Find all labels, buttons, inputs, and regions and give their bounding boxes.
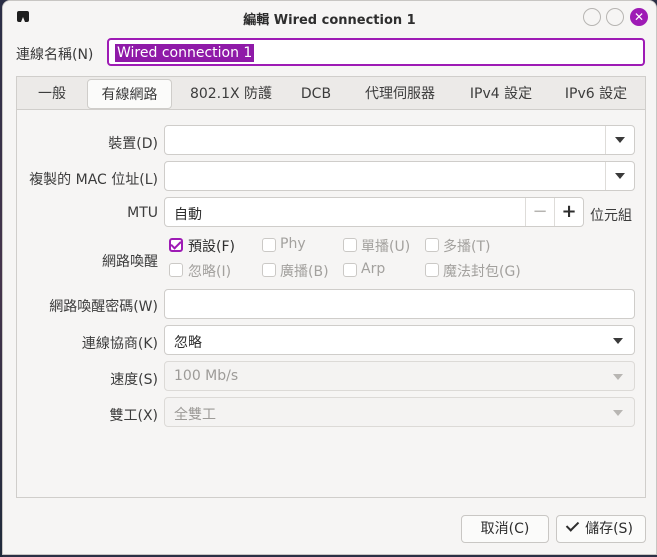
wol-password-input[interactable]: [164, 289, 635, 319]
titlebar: 編輯 Wired connection 1 ✕: [3, 1, 656, 34]
tab-ipv4[interactable]: IPv4 設定: [461, 79, 541, 109]
tab-8021x-security[interactable]: 802.1X 防護: [183, 79, 279, 109]
mtu-label: MTU: [127, 205, 158, 221]
device-dropdown-button[interactable]: [605, 126, 634, 154]
wol-default-label: 預設(F): [188, 239, 235, 255]
chevron-down-icon: [613, 338, 623, 344]
cloned-mac-combobox[interactable]: [164, 161, 635, 191]
tab-wired[interactable]: 有線網路: [87, 79, 172, 109]
wol-phy-checkbox[interactable]: [262, 238, 276, 252]
wol-default-checkbox[interactable]: [169, 238, 183, 252]
minimize-button[interactable]: [583, 8, 601, 26]
device-label: 裝置(D): [108, 136, 158, 152]
wol-magic-label: 魔法封包(G): [443, 264, 521, 280]
wol-broadcast-checkbox[interactable]: [262, 263, 276, 277]
chevron-down-icon: [613, 374, 623, 380]
device-combobox[interactable]: [164, 125, 635, 155]
wol-unicast-label: 單播(U): [361, 239, 411, 255]
cancel-button[interactable]: 取消(C): [461, 515, 549, 543]
connection-name-row: 連線名稱(N) Wired connection 1: [3, 37, 656, 69]
edit-connection-dialog: 編輯 Wired connection 1 ✕ 連線名稱(N) Wired co…: [2, 0, 657, 555]
save-button[interactable]: 儲存(S): [556, 515, 646, 543]
wake-on-lan-label: 網路喚醒: [102, 254, 158, 270]
speed-label: 速度(S): [110, 372, 158, 388]
wired-settings-panel: 裝置(D) 複製的 MAC 位址(L) MTU 自動 − + 位元組 網路喚醒 …: [16, 109, 646, 498]
speed-value: 100 Mb/s: [174, 368, 239, 384]
mtu-value: 自動: [174, 207, 202, 223]
cloned-mac-label: 複製的 MAC 位址(L): [29, 172, 158, 188]
window-title: 編輯 Wired connection 1: [243, 13, 416, 28]
chevron-down-icon: [615, 173, 625, 179]
chevron-down-icon: [615, 137, 625, 143]
checkmark-icon: [565, 518, 580, 532]
mtu-increment-button[interactable]: +: [554, 198, 583, 226]
wol-multicast-label: 多播(T): [443, 239, 491, 255]
duplex-value: 全雙工: [174, 407, 216, 423]
wol-arp-checkbox[interactable]: [343, 263, 357, 277]
cloned-mac-dropdown-button[interactable]: [605, 162, 634, 190]
wol-multicast-checkbox[interactable]: [425, 238, 439, 252]
save-button-label: 儲存(S): [585, 521, 633, 537]
tab-bar: 一般 有線網路 802.1X 防護 DCB 代理伺服器 IPv4 設定 IPv6…: [16, 76, 646, 110]
mtu-decrement-button[interactable]: −: [525, 198, 554, 226]
wol-password-label: 網路喚醒密碼(W): [49, 299, 158, 315]
duplex-select: 全雙工: [164, 397, 635, 427]
speed-select: 100 Mb/s: [164, 361, 635, 391]
chevron-down-icon: [613, 410, 623, 416]
wol-broadcast-label: 廣播(B): [280, 264, 329, 280]
wol-arp-label: Arp: [361, 261, 386, 277]
close-icon: ✕: [633, 10, 645, 24]
duplex-label: 雙工(X): [109, 408, 158, 424]
link-negotiation-select[interactable]: 忽略: [164, 325, 635, 355]
link-negotiation-label: 連線協商(K): [81, 336, 158, 352]
wol-ignore-checkbox[interactable]: [169, 263, 183, 277]
tab-proxy[interactable]: 代理伺服器: [353, 79, 447, 109]
connection-name-input[interactable]: Wired connection 1: [107, 38, 645, 66]
maximize-button[interactable]: [606, 8, 624, 26]
connection-name-value: Wired connection 1: [115, 44, 255, 62]
close-button[interactable]: ✕: [630, 8, 648, 26]
wol-phy-label: Phy: [280, 236, 306, 252]
mtu-spinbutton[interactable]: 自動 − +: [164, 197, 584, 227]
wol-ignore-label: 忽略(I): [188, 264, 232, 280]
wol-unicast-checkbox[interactable]: [343, 238, 357, 252]
tab-general[interactable]: 一般: [27, 79, 77, 109]
mtu-unit-label: 位元組: [590, 208, 632, 224]
tab-dcb[interactable]: DCB: [293, 79, 339, 109]
wol-magic-checkbox[interactable]: [425, 263, 439, 277]
link-negotiation-value: 忽略: [174, 335, 202, 351]
tab-ipv6[interactable]: IPv6 設定: [555, 79, 637, 109]
connection-name-label: 連線名稱(N): [16, 47, 94, 63]
